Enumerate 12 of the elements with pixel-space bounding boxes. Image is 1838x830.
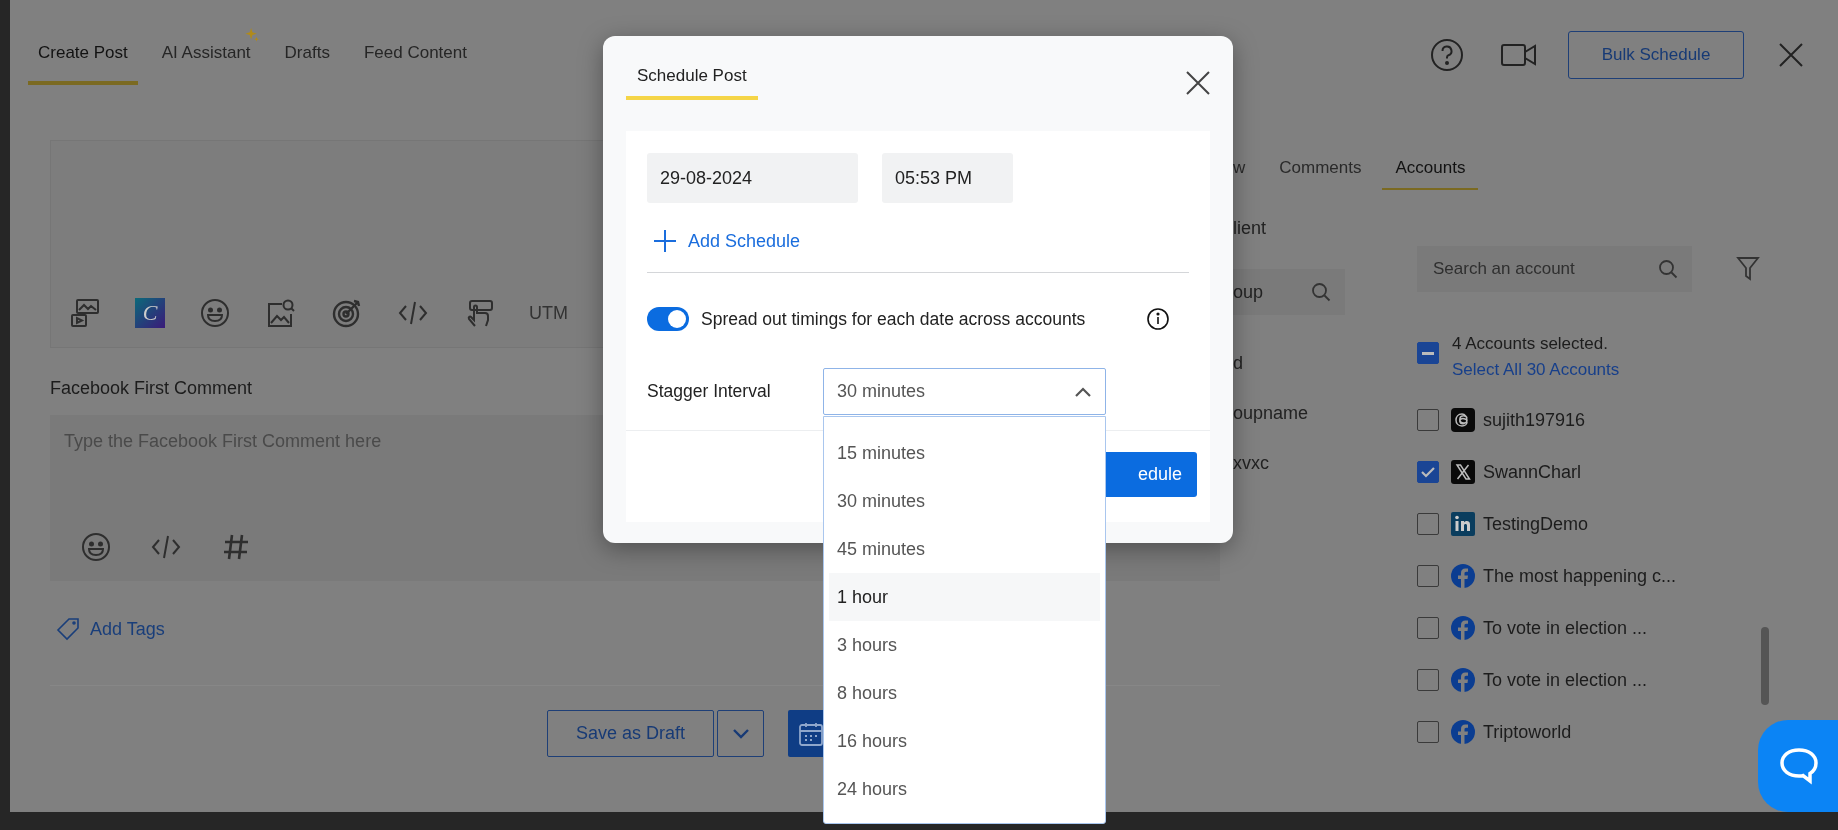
- toggle-label: Spread out timings for each date across accounts: [701, 308, 1086, 330]
- account-name: The most happening c...: [1483, 565, 1677, 587]
- stagger-label: Stagger Interval: [647, 381, 772, 402]
- account-name: To vote in election ...: [1483, 617, 1648, 639]
- account-name: TestingDemo: [1483, 513, 1589, 535]
- account-name: sujith197916: [1483, 409, 1586, 431]
- account-name: SwannCharl: [1483, 461, 1582, 483]
- client-label: lient: [1233, 218, 1268, 239]
- selection-count: 4 Accounts selected.: [1452, 334, 1609, 354]
- field-label: Facebook First Comment: [50, 378, 253, 399]
- account-name: To vote in election ...: [1483, 669, 1648, 691]
- account-name: Triptoworld: [1483, 721, 1572, 743]
